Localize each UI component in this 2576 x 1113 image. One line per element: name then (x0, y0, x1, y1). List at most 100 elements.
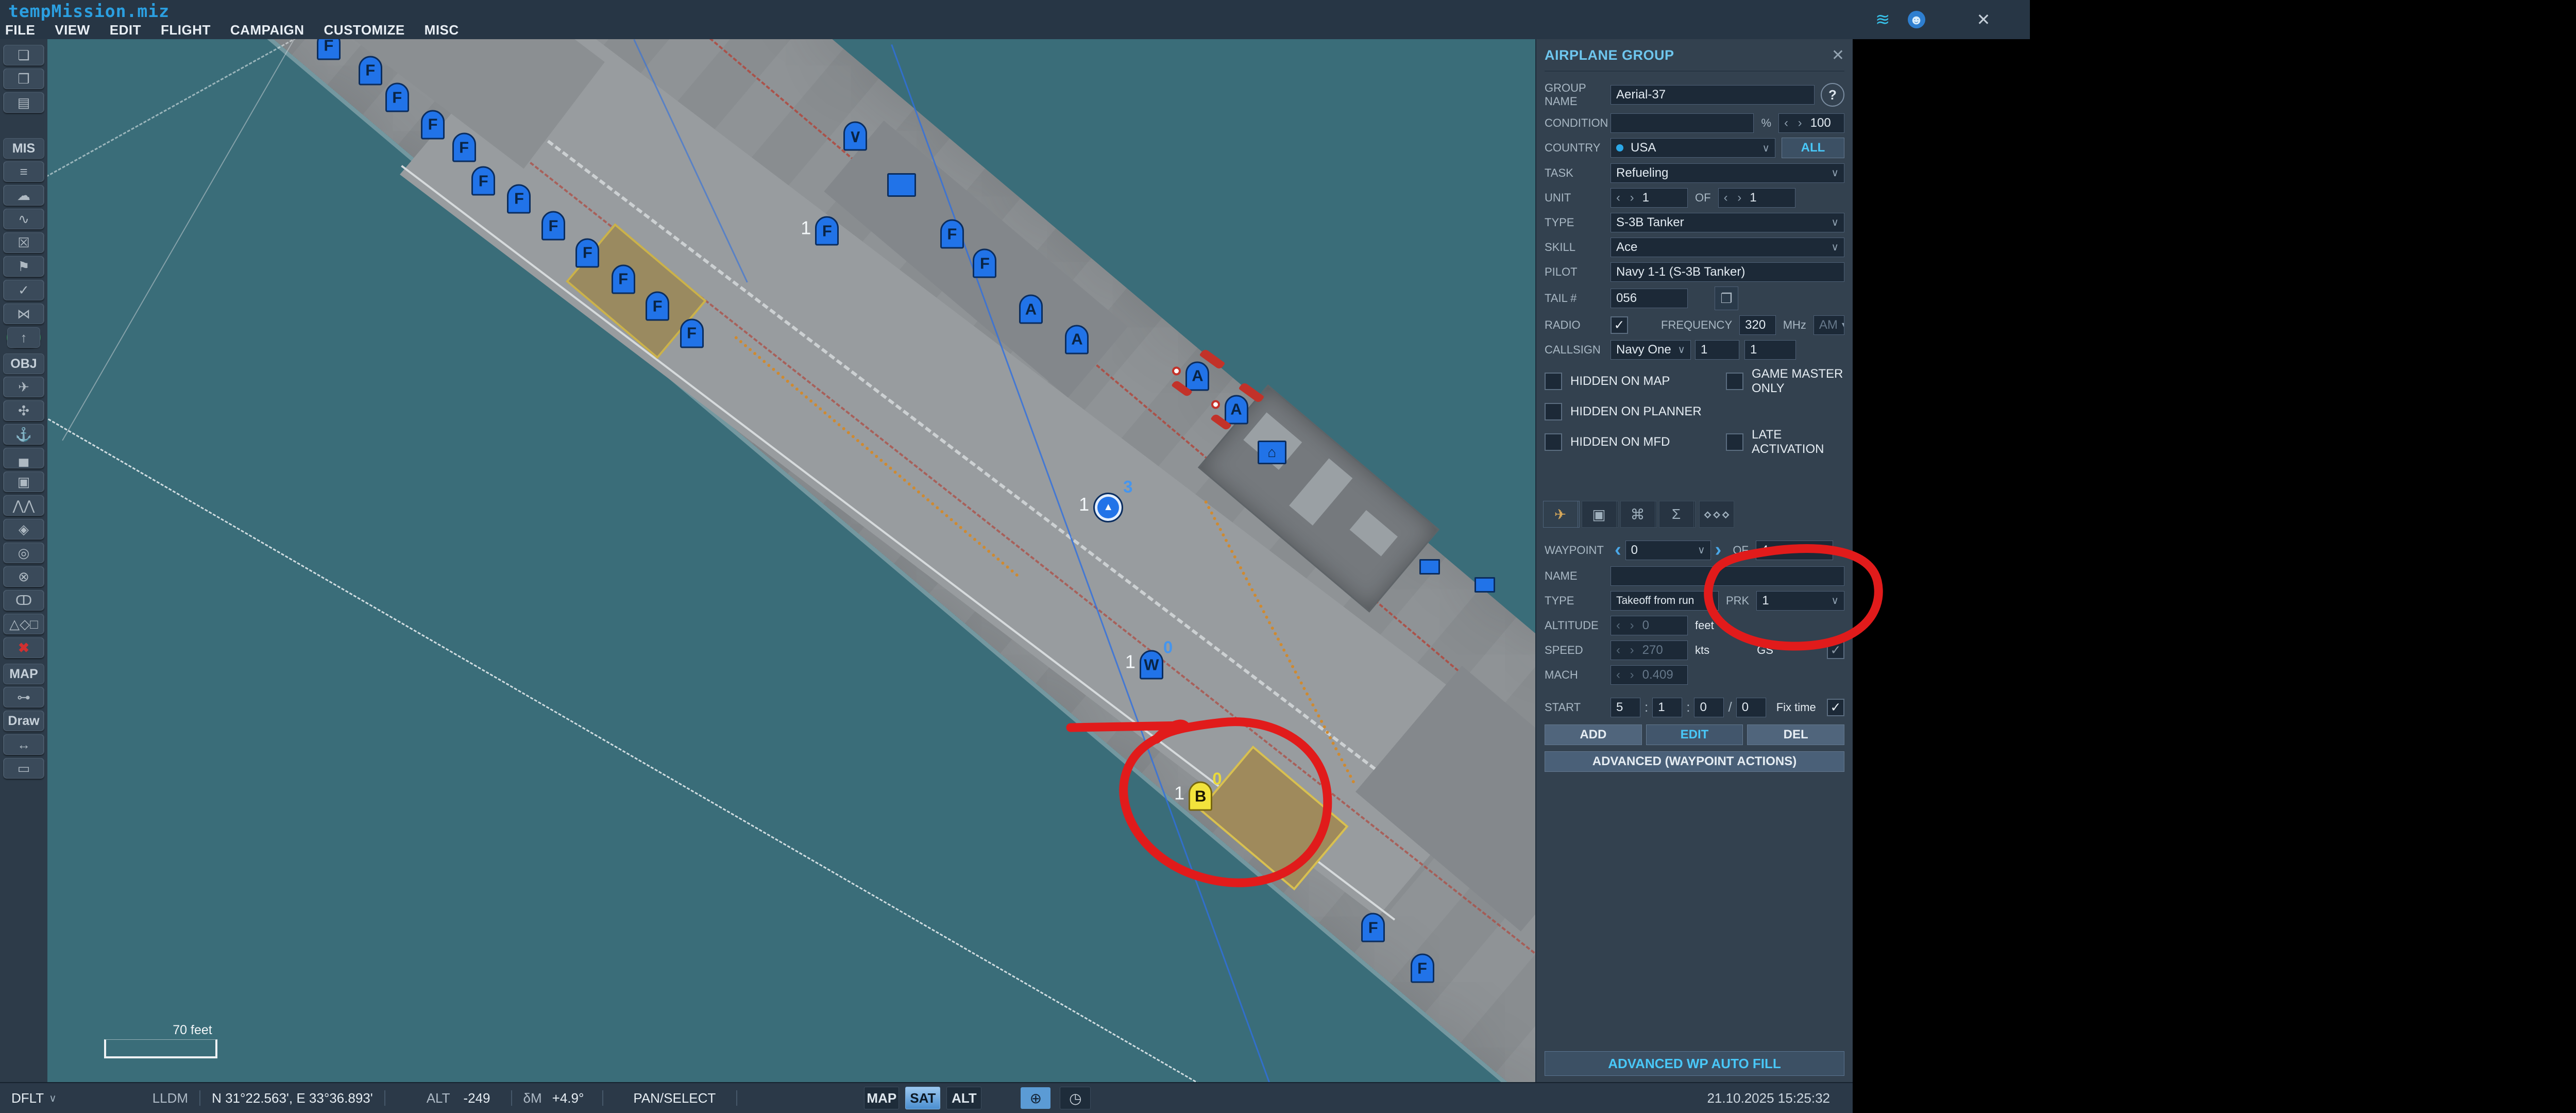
map-unit[interactable]: A (1225, 395, 1248, 424)
map-unit[interactable]: F (421, 110, 445, 139)
map-unit[interactable]: 1 ▲ 3 (1093, 493, 1123, 522)
callsign-number2-input[interactable]: 1 (1744, 340, 1796, 360)
callsign-select[interactable]: Navy One ∨ (1611, 340, 1691, 360)
all-countries-button[interactable]: ALL (1782, 138, 1844, 158)
ground-units-toggle[interactable]: ⊕ (1021, 1087, 1050, 1109)
user-icon[interactable]: ☻ (1908, 11, 1925, 28)
menu-item[interactable]: VIEW (55, 22, 90, 38)
skill-select[interactable]: Ace ∨ (1611, 238, 1844, 257)
add-waypoint-zone[interactable]: ◈ (3, 519, 44, 539)
callsign-number1-input[interactable]: 1 (1695, 340, 1739, 360)
time-toggle[interactable]: ◷ (1060, 1087, 1091, 1109)
advanced-waypoint-actions-button[interactable]: ADVANCED (WAYPOINT ACTIONS) (1545, 751, 1844, 772)
start-sec-input[interactable]: 0 (1736, 698, 1766, 717)
flags[interactable]: ⚑ (3, 256, 44, 277)
group-name-input[interactable]: Aerial-37 (1611, 85, 1815, 105)
add-restricted-zone[interactable]: ⊗ (3, 566, 44, 587)
map-unit[interactable]: F (1411, 954, 1434, 983)
map-unit[interactable]: ⌂ (1258, 441, 1286, 464)
waypoint-tab[interactable]: ⋄⋄⋄ (1699, 501, 1734, 528)
trigger-zones[interactable]: ☒ (3, 232, 44, 253)
help-button[interactable]: ? (1821, 83, 1844, 107)
del-waypoint-button[interactable]: DEL (1747, 724, 1844, 745)
menu-item[interactable]: FILE (5, 22, 35, 38)
add-ship[interactable]: ⚓ (3, 424, 44, 445)
menu-item[interactable]: FLIGHT (161, 22, 211, 38)
menu-item[interactable]: CAMPAIGN (230, 22, 304, 38)
add-template[interactable]: ⋀⋀ (3, 495, 44, 516)
next-waypoint-button[interactable]: › (1715, 539, 1722, 561)
add-helicopter[interactable]: ✣ (3, 400, 44, 421)
map-unit[interactable] (1419, 559, 1440, 575)
map-unit[interactable]: F (541, 211, 565, 241)
prk-spot-select[interactable]: 1 ∨ (1756, 591, 1844, 611)
map-unit[interactable]: F (646, 292, 669, 321)
map-unit[interactable]: F (507, 184, 531, 213)
briefing[interactable]: ≡ (3, 161, 44, 182)
map-unit[interactable]: F (359, 56, 382, 85)
new-mission[interactable]: ❏ (3, 45, 44, 65)
waypoint-select[interactable]: 0 ∨ (1625, 541, 1711, 560)
map-viewport[interactable]: F F F (47, 39, 1535, 1082)
menu-item[interactable]: CUSTOMIZE (324, 22, 405, 38)
condition-percent-stepper[interactable]: ‹ ›100 (1778, 113, 1844, 133)
toolbar-button[interactable]: MIS (3, 138, 44, 159)
tail-number-input[interactable]: 056 (1611, 289, 1688, 308)
map-unit[interactable]: F (1361, 913, 1385, 942)
map-unit[interactable] (1475, 577, 1495, 593)
map-unit[interactable]: 1 B 0 (1189, 782, 1212, 811)
start-min-input[interactable]: 0 (1694, 698, 1724, 717)
measure-tool[interactable]: ↔ (3, 734, 44, 755)
map-unit[interactable]: F (612, 264, 635, 294)
condition-input[interactable] (1611, 113, 1754, 133)
unit-total-stepper[interactable]: ‹ ›1 (1718, 188, 1795, 208)
add-shapes[interactable]: △◇□ (3, 614, 44, 634)
delete-object[interactable]: ✖ (3, 637, 44, 658)
speed-stepper[interactable]: ‹ ›270 (1611, 640, 1688, 660)
map-unit[interactable]: F (575, 238, 599, 267)
map-unit[interactable]: F (471, 166, 495, 196)
copy-document-icon[interactable]: ❐ (1715, 286, 1738, 310)
pilot-input[interactable]: Navy 1-1 (S-3B Tanker) (1611, 262, 1844, 282)
advanced-wp-auto-fill-button[interactable]: ADVANCED WP AUTO FILL (1545, 1051, 1844, 1076)
edit-waypoint-button[interactable]: EDIT (1646, 724, 1743, 745)
aircraft-type-select[interactable]: S-3B Tanker ∨ (1611, 213, 1844, 232)
add-waypoint-button[interactable]: ADD (1545, 724, 1642, 745)
map-unit[interactable]: F (385, 83, 409, 112)
wp-name-input[interactable] (1611, 566, 1844, 586)
sat-layer-button[interactable]: SAT (905, 1087, 940, 1109)
start-day-input[interactable]: 5 (1611, 698, 1640, 717)
map-unit[interactable]: 1 F (815, 216, 839, 246)
gs-checkbox[interactable] (1827, 642, 1844, 659)
task-select[interactable]: Refueling ∨ (1611, 163, 1844, 183)
profile-select[interactable]: DFLT (11, 1090, 44, 1106)
radio-checkbox[interactable] (1611, 316, 1628, 334)
map-unit[interactable]: A (1185, 361, 1209, 391)
menu-item[interactable]: EDIT (110, 22, 141, 38)
waypoint-tab[interactable]: Σ (1659, 501, 1694, 528)
wp-type-select[interactable]: Takeoff from run ∨ (1611, 591, 1719, 611)
waypoint-tab[interactable]: ⌘ (1620, 501, 1655, 528)
map-unit[interactable]: A (1019, 295, 1043, 324)
prev-waypoint-button[interactable]: ‹ (1615, 539, 1621, 561)
rect-select[interactable]: ▭ (3, 758, 44, 779)
coord-system-label[interactable]: LLDM (152, 1090, 188, 1106)
alt-layer-button[interactable]: ALT (946, 1087, 981, 1109)
open-mission[interactable]: ❒ (3, 69, 44, 89)
add-vehicle[interactable]: ▄ (3, 448, 44, 468)
add-sea-zone[interactable]: ↀ (3, 590, 44, 611)
map-unit[interactable]: ∨ (843, 122, 867, 151)
map-unit[interactable]: F (680, 318, 704, 348)
start-hour-input[interactable]: 1 (1652, 698, 1682, 717)
country-select[interactable]: USA ∨ (1611, 138, 1775, 158)
map-unit[interactable]: 1 W 0 (1140, 650, 1163, 680)
game-master-only-checkbox[interactable] (1726, 373, 1743, 390)
panel-close-icon[interactable]: ✕ (1832, 46, 1844, 64)
linked-actions[interactable]: ⋈ (3, 303, 44, 324)
waypoint-tab[interactable]: ▣ (1582, 501, 1617, 528)
map-unit[interactable]: F (973, 249, 996, 278)
unit-count-stepper[interactable]: ‹ ›1 (1611, 188, 1688, 208)
map-unit[interactable]: F (940, 220, 964, 249)
triggers[interactable]: ∿ (3, 209, 44, 229)
waypoint-tab[interactable]: ✈ (1543, 501, 1578, 528)
